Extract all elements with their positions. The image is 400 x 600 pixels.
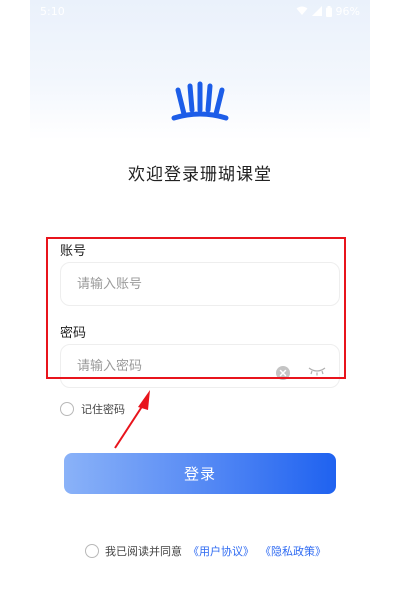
remember-password[interactable]: 记住密码 — [60, 401, 125, 417]
agreement-row: 我已阅读并同意 《用户协议》 《隐私政策》 — [85, 543, 326, 559]
status-bar: 5:10 96% — [30, 0, 370, 22]
privacy-policy-link[interactable]: 《隐私政策》 — [260, 543, 326, 559]
agreement-text: 我已阅读并同意 — [105, 545, 182, 558]
battery-level: 96% — [335, 4, 360, 18]
battery-icon — [325, 5, 332, 17]
status-time: 5:10 — [40, 4, 65, 18]
wifi-icon — [296, 6, 308, 15]
signal-icon — [311, 6, 322, 16]
annotation-highlight-box — [46, 237, 346, 379]
agreement-radio[interactable] — [85, 544, 99, 558]
login-button[interactable]: 登录 — [64, 453, 336, 494]
welcome-title: 欢迎登录珊瑚课堂 — [128, 165, 272, 185]
user-agreement-link[interactable]: 《用户协议》 — [188, 543, 254, 559]
logo-icon — [171, 81, 229, 121]
arrow-annotation — [114, 390, 150, 449]
status-icons: 96% — [296, 5, 360, 18]
remember-label: 记住密码 — [81, 403, 125, 416]
remember-radio[interactable] — [60, 402, 74, 416]
